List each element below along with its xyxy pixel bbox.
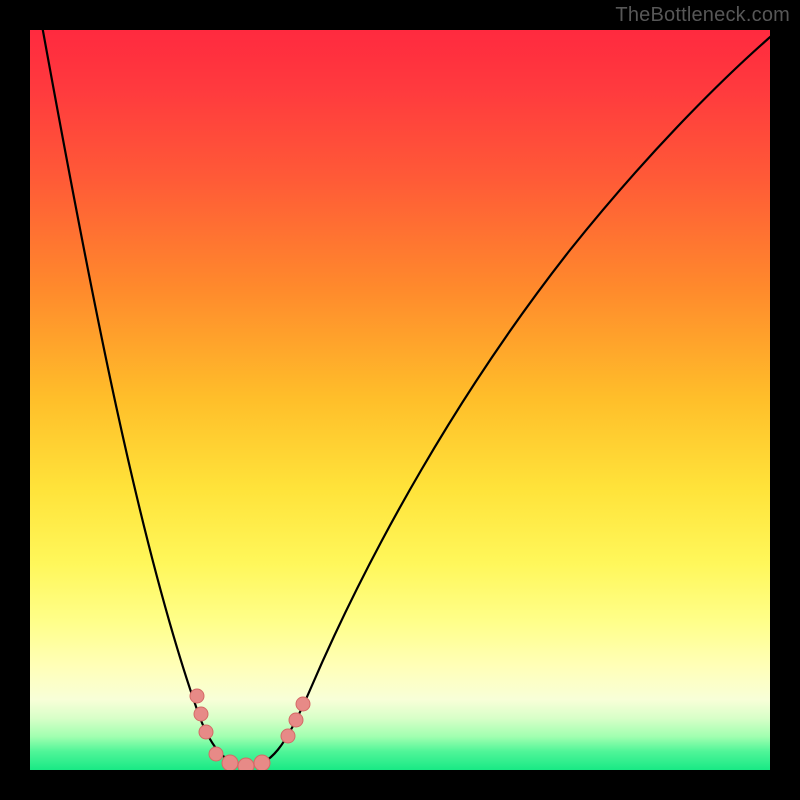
plot-area	[30, 30, 770, 770]
data-marker	[222, 755, 238, 770]
data-marker	[194, 707, 208, 721]
data-marker	[209, 747, 223, 761]
attribution-text: TheBottleneck.com	[615, 4, 790, 27]
data-marker	[238, 758, 254, 770]
gradient-background	[30, 30, 770, 770]
chart-frame: TheBottleneck.com	[0, 0, 800, 800]
data-marker	[296, 697, 310, 711]
bottleneck-chart	[30, 30, 770, 770]
data-marker	[190, 689, 204, 703]
data-marker	[254, 755, 270, 770]
data-marker	[289, 713, 303, 727]
data-marker	[281, 729, 295, 743]
data-marker	[199, 725, 213, 739]
